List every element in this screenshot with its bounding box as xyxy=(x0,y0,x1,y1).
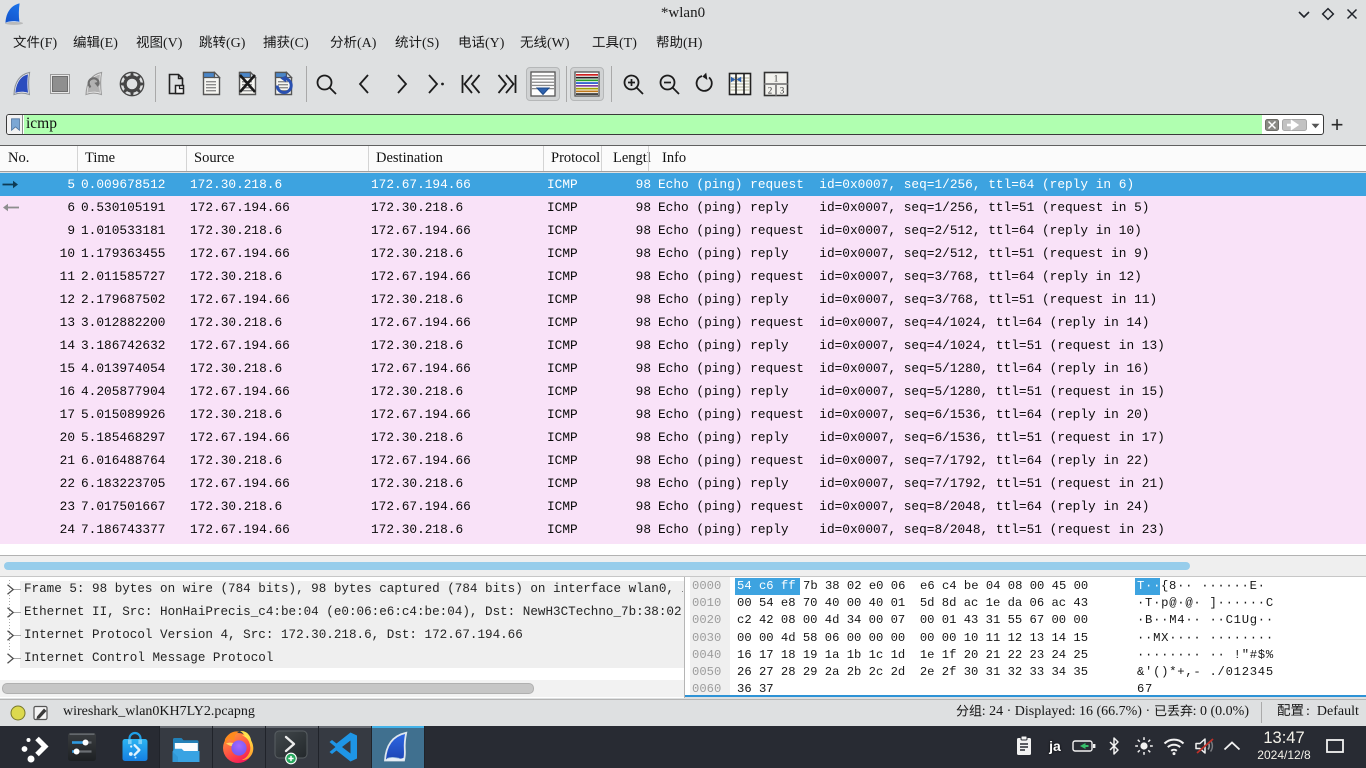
svg-text:3: 3 xyxy=(780,86,785,96)
svg-text:2: 2 xyxy=(768,86,773,96)
svg-text:1: 1 xyxy=(774,74,779,84)
